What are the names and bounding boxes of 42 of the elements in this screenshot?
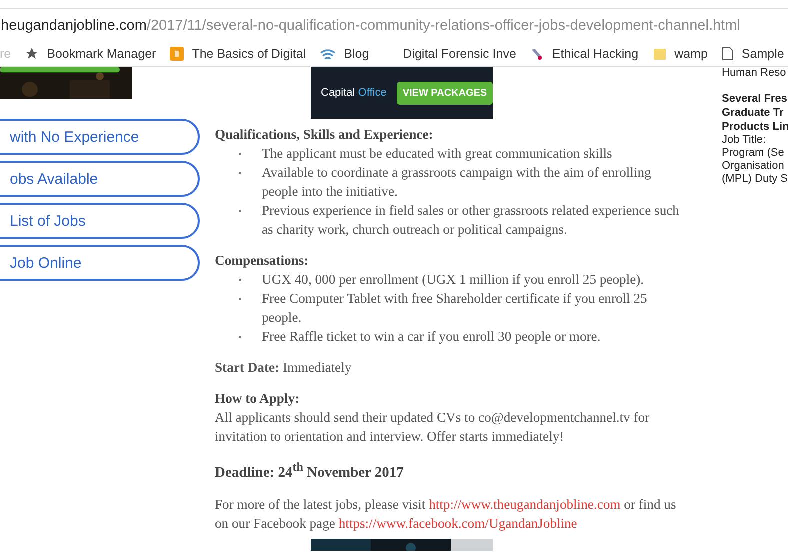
sidebar-text: (MPL) Duty S	[722, 173, 788, 186]
address-url[interactable]: heugandanjobline.com/2017/11/several-no-qualification-community-relations-officer-jobs-development-channel.html	[1, 18, 740, 34]
ad-banner[interactable]: Capital Office VIEW PACKAGES	[311, 67, 493, 119]
bookmark[interactable]: Sample	[722, 47, 784, 61]
section-heading: Compensations:	[215, 252, 310, 270]
sidebar-text: Human Reso	[722, 67, 788, 80]
sidebar-text: Several Fres	[722, 92, 788, 106]
list-item: UGX 40, 000 per enrollment (UGX 1 million if you enroll 25 people).	[262, 271, 644, 289]
sidebar-text: Graduate Tr	[722, 106, 785, 120]
bookmark[interactable]: Ethical Hacking	[530, 47, 639, 61]
section-heading: Qualifications, Skills and Experience:	[215, 126, 434, 144]
star-icon	[25, 47, 40, 61]
bookmark[interactable]: Digital Forensic Inve	[403, 47, 516, 61]
bookmark[interactable]: Blog	[320, 47, 370, 61]
list-item: Available to coordinate a grassroots campaign with the aim of enrolling people into the initiative.	[262, 164, 652, 201]
bookmark[interactable]: wamp	[652, 47, 708, 61]
start-date-text: Start Date: Immediately	[215, 360, 352, 375]
deadline-title: Deadline: 24$^{th}$ November 2017	[215, 464, 404, 481]
bookmark[interactable]: Bookmark Manager	[25, 47, 156, 61]
more-jobs-paragraph: For more of the latest jobs, please visit http://www.theugandanjobline.com or find us on our Facebook page https://www.facebook.com/UgandanJobline	[215, 496, 678, 533]
sidebar-text: Program (Se	[722, 147, 786, 160]
list-item: The applicant must be educated with great communication skills	[262, 145, 612, 163]
link[interactable]: http://www.theugandanjobline.com	[429, 496, 621, 512]
page-icon	[722, 47, 734, 61]
bookmark[interactable]: The Basics of Digital	[170, 47, 306, 61]
wifi-icon	[320, 48, 336, 60]
ad-brand: Capital Office	[321, 87, 387, 99]
menu-button[interactable]: List of Jobs	[0, 203, 200, 239]
section-heading: How to Apply:	[215, 390, 301, 408]
sidebar-text: Organisation	[722, 160, 786, 173]
folder-icon	[652, 47, 667, 61]
list-item: Free Computer Tablet with free Shareholder certificate if you enroll 25 people.	[262, 290, 648, 327]
menu-button[interactable]: obs Available	[0, 161, 200, 197]
link[interactable]: https://www.facebook.com/UgandanJobline	[338, 516, 578, 531]
menu-button[interactable]: with No Experience	[0, 119, 200, 155]
bookmark-favicon-icon	[170, 47, 184, 61]
wrench-icon	[530, 47, 544, 61]
apply-paragraph: All applicants should send their updated CVs to co@developmentchannel.tv for invitation to orientation and interview. Offer starts immediately!	[215, 409, 651, 446]
menu-button[interactable]: Job Online	[0, 245, 200, 281]
sidebar-text: Job Title:	[722, 134, 768, 147]
list-item: Free Raffle ticket to win a car if you enroll 30 people or more.	[262, 328, 601, 346]
list-item: Previous experience in field sales or other grassroots related experience such as charity work, church outreach or political campaigns.	[262, 202, 680, 239]
